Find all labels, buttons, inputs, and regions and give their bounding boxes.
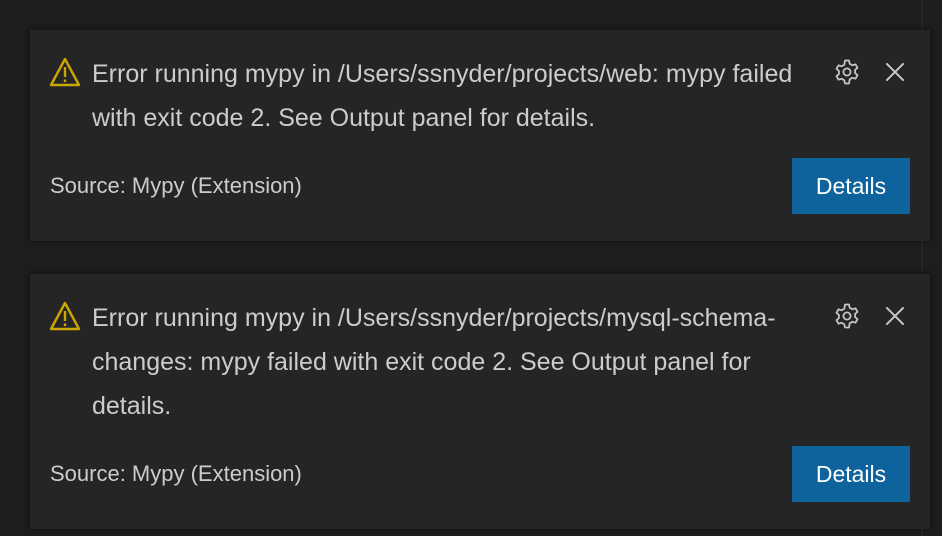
close-icon[interactable] [880,301,910,331]
notification-message: Error running mypy in /Users/ssnyder/pro… [92,60,793,132]
warning-icon [49,57,81,87]
gear-icon[interactable] [832,57,862,87]
notification-toast: Error running mypy in /Users/ssnyder/pro… [30,274,930,529]
notification-source: Source: Mypy (Extension) [50,461,302,486]
notification-source: Source: Mypy (Extension) [50,173,302,198]
notification-message: Error running mypy in /Users/ssnyder/pro… [92,304,776,420]
notification-actions [832,57,910,87]
notification-toast: Error running mypy in /Users/ssnyder/pro… [30,30,930,241]
details-button[interactable]: Details [792,158,910,214]
warning-icon [49,301,81,331]
close-icon[interactable] [880,57,910,87]
details-button[interactable]: Details [792,446,910,502]
notification-actions [832,301,910,331]
gear-icon[interactable] [832,301,862,331]
